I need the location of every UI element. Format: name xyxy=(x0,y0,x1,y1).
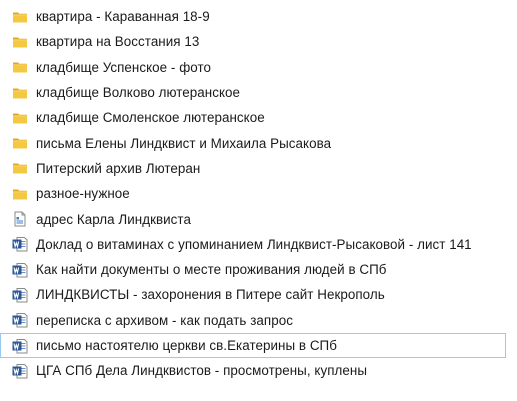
folder-item[interactable]: квартира - Караванная 18-9 xyxy=(0,4,517,29)
item-name: адрес Карла Линдквиста xyxy=(36,211,191,227)
item-name: письма Елены Линдквист и Михаила Рысаков… xyxy=(36,135,332,151)
item-name: разное-нужное xyxy=(36,186,130,202)
item-name: Питерский архив Лютеран xyxy=(36,160,201,176)
item-name: квартира - Караванная 18-9 xyxy=(36,9,210,25)
file-item[interactable]: письмо настоятелю церкви св.Екатерины в … xyxy=(0,332,506,359)
folder-icon xyxy=(12,85,28,101)
folder-item[interactable]: квартира на Восстания 13 xyxy=(0,29,517,54)
item-name: Доклад о витаминах с упоминанием Линдкви… xyxy=(36,236,472,252)
file-item[interactable]: ЛИНДКВИСТЫ - захоронения в Питере сайт Н… xyxy=(0,282,517,307)
item-name: письмо настоятелю церкви св.Екатерины в … xyxy=(36,338,337,353)
folder-item[interactable]: кладбище Волково лютеранское xyxy=(0,80,517,105)
folder-icon xyxy=(12,34,28,50)
folder-icon xyxy=(12,135,28,151)
folder-icon xyxy=(12,9,28,25)
item-name: ЛИНДКВИСТЫ - захоронения в Питере сайт Н… xyxy=(36,287,385,303)
folder-item[interactable]: кладбище Смоленское лютеранское xyxy=(0,105,517,130)
file-item[interactable]: переписка с архивом - как подать запрос xyxy=(0,308,517,333)
word-document-icon xyxy=(12,236,28,252)
file-item[interactable]: Доклад о витаминах с упоминанием Линдкви… xyxy=(0,232,517,257)
word-document-icon xyxy=(12,338,28,354)
document-icon xyxy=(12,211,28,227)
file-item[interactable]: ЦГА СПб Дела Линдквистов - просмотрены, … xyxy=(0,358,517,383)
word-document-icon xyxy=(12,287,28,303)
item-name: Как найти документы о месте проживания л… xyxy=(36,262,387,278)
file-item[interactable]: Как найти документы о месте проживания л… xyxy=(0,257,517,282)
word-document-icon xyxy=(12,262,28,278)
file-item[interactable]: адрес Карла Линдквиста xyxy=(0,206,517,231)
item-name: кладбище Успенское - фото xyxy=(36,59,212,75)
file-list: квартира - Караванная 18-9 квартира на Во… xyxy=(0,4,517,383)
folder-icon xyxy=(12,160,28,176)
folder-item[interactable]: разное-нужное xyxy=(0,181,517,206)
folder-item[interactable]: письма Елены Линдквист и Михаила Рысаков… xyxy=(0,130,517,155)
item-name: переписка с архивом - как подать запрос xyxy=(36,312,293,328)
folder-icon xyxy=(12,59,28,75)
word-document-icon xyxy=(12,363,28,379)
word-document-icon xyxy=(12,312,28,328)
folder-item[interactable]: Питерский архив Лютеран xyxy=(0,156,517,181)
folder-icon xyxy=(12,110,28,126)
item-name: ЦГА СПб Дела Линдквистов - просмотрены, … xyxy=(36,363,367,379)
item-name: кладбище Смоленское лютеранское xyxy=(36,110,265,126)
folder-icon xyxy=(12,186,28,202)
folder-item[interactable]: кладбище Успенское - фото xyxy=(0,55,517,80)
item-name: квартира на Восстания 13 xyxy=(36,34,200,50)
item-name: кладбище Волково лютеранское xyxy=(36,85,241,101)
